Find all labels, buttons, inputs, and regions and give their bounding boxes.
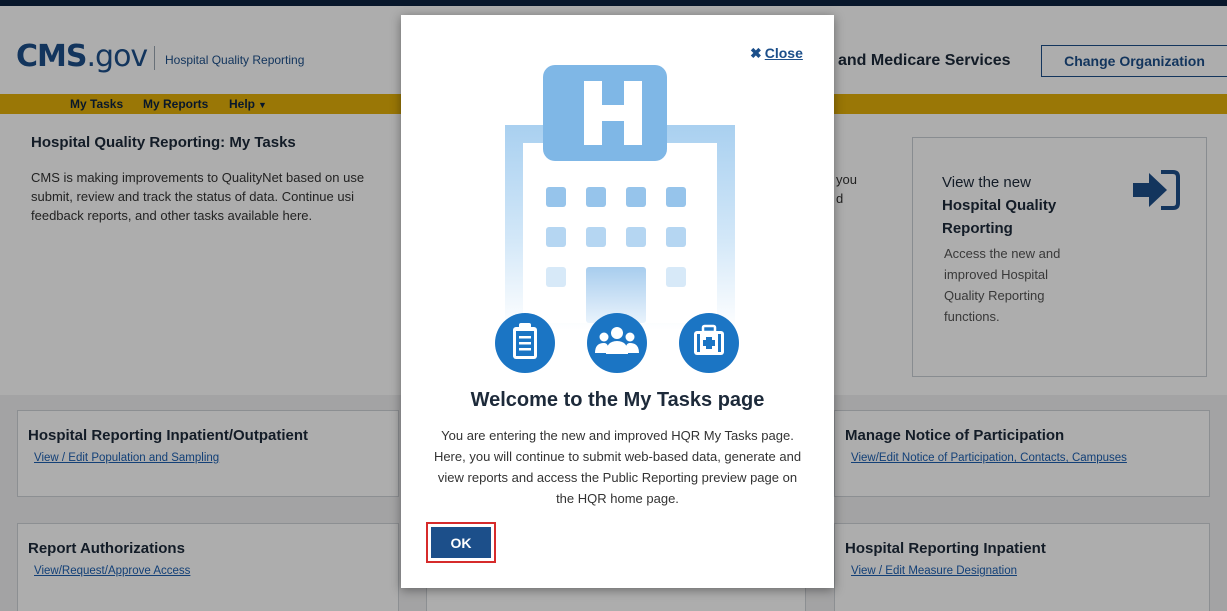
page: CMS.gov Hospital Quality Reporting and M… (0, 0, 1227, 611)
clipboard-icon (495, 313, 555, 373)
welcome-modal: ✖ Close Welcome to the My Tasks page You… (401, 15, 834, 588)
ok-button[interactable]: OK (431, 527, 491, 558)
hospital-illustration (495, 65, 739, 373)
medical-kit-icon (679, 313, 739, 373)
users-icon (587, 313, 647, 373)
modal-description: You are entering the new and improved HQ… (433, 428, 802, 506)
modal-title: Welcome to the My Tasks page (470, 389, 765, 411)
